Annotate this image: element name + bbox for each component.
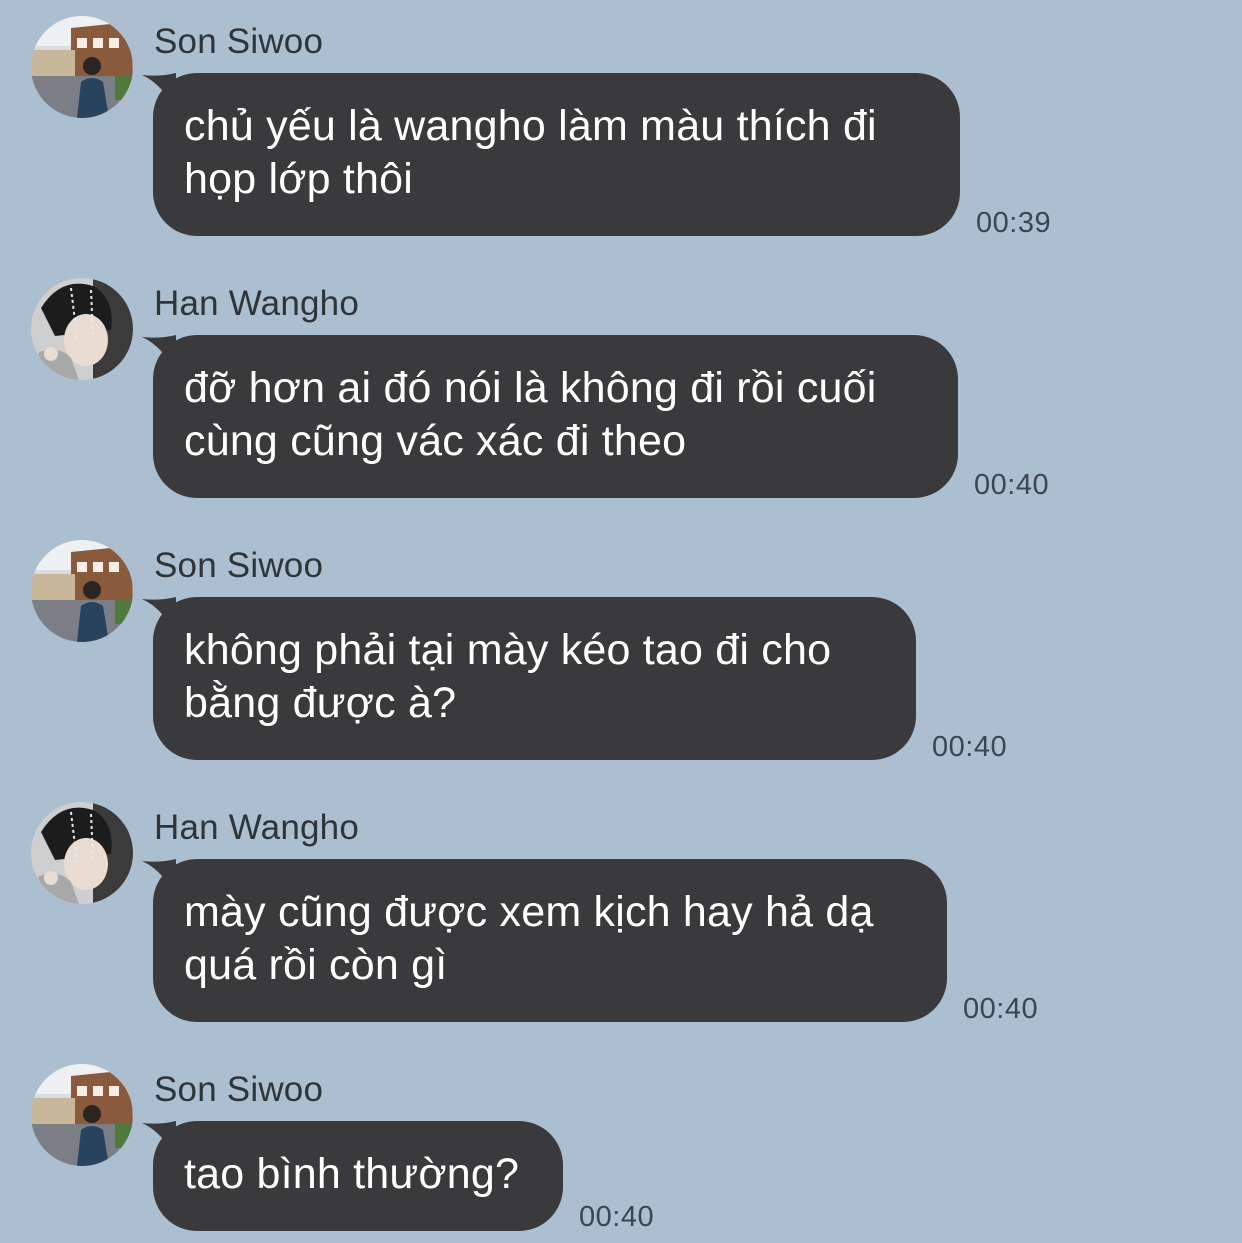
avatar[interactable] [31,802,133,904]
avatar-photo-icon [31,540,133,642]
sender-name: Son Siwoo [154,22,324,61]
avatar-photo-icon [31,802,133,904]
message-time: 00:40 [974,469,1050,501]
avatar[interactable] [31,16,133,118]
chat-message-list[interactable]: Son Siwoo chủ yếu là wangho làm màu thíc… [0,0,1242,1243]
message-bubble[interactable]: đỡ hơn ai đó nói là không đi rồi cuối cù… [153,335,958,498]
avatar[interactable] [31,540,133,642]
sender-name: Son Siwoo [154,546,324,585]
message-bubble[interactable]: tao bình thường? [153,1121,563,1231]
message-time: 00:39 [976,207,1052,239]
message-time: 00:40 [579,1201,655,1233]
message-bubble[interactable]: chủ yếu là wangho làm màu thích đi họp l… [153,73,960,236]
message-time: 00:40 [932,731,1008,763]
avatar[interactable] [31,278,133,380]
avatar-photo-icon [31,278,133,380]
message-bubble[interactable]: không phải tại mày kéo tao đi cho bằng đ… [153,597,916,760]
message-bubble[interactable]: mày cũng được xem kịch hay hả dạ quá rồi… [153,859,947,1022]
avatar[interactable] [31,1064,133,1166]
sender-name: Han Wangho [154,808,359,847]
avatar-photo-icon [31,1064,133,1166]
message-time: 00:40 [963,993,1039,1025]
sender-name: Han Wangho [154,284,359,323]
avatar-photo-icon [31,16,133,118]
sender-name: Son Siwoo [154,1070,324,1109]
